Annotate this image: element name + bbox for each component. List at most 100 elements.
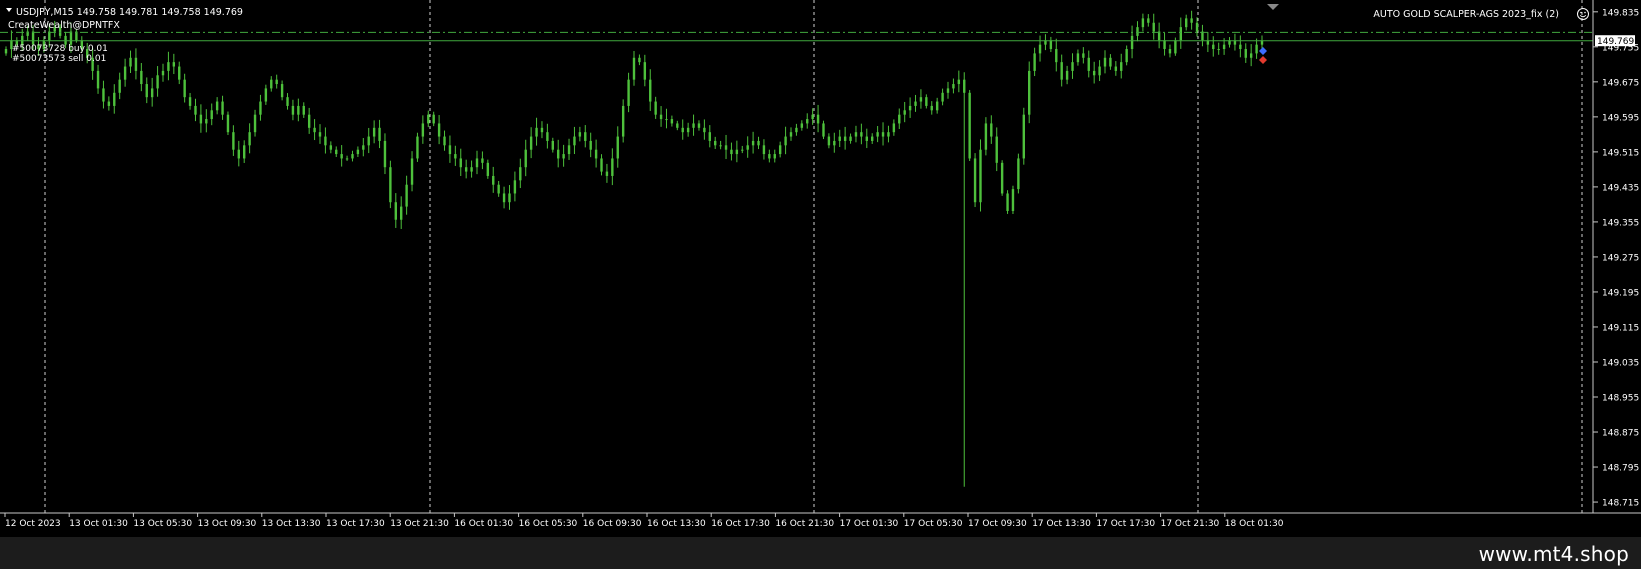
candle-body <box>605 171 609 176</box>
candle-body <box>654 101 657 115</box>
watermark-text: www.mt4.shop <box>1478 542 1629 566</box>
candle-body <box>757 140 760 146</box>
candle-body <box>324 136 327 146</box>
candle-body <box>659 114 663 120</box>
candle-body <box>1082 53 1085 58</box>
candle-body <box>421 123 425 137</box>
x-tick-label: 13 Oct 05:30 <box>133 519 192 529</box>
candle-body <box>573 136 576 146</box>
candle-body <box>1174 40 1177 54</box>
candle-body <box>502 193 506 203</box>
candle-body <box>529 136 533 150</box>
y-tick-label: 149.435 <box>1602 183 1639 193</box>
candle-body <box>427 114 430 124</box>
x-tick-label: 16 Oct 05:30 <box>519 519 578 529</box>
candle-body <box>270 79 273 89</box>
candle-body <box>383 140 387 168</box>
candle-body <box>1038 44 1042 54</box>
candle-body <box>584 132 587 141</box>
candle-body <box>871 136 874 141</box>
candle-body <box>557 149 560 159</box>
candle-body <box>963 79 966 93</box>
candle-body <box>1136 27 1139 36</box>
candle-body <box>443 136 446 146</box>
candle-body <box>925 97 928 106</box>
candle-body <box>167 62 170 71</box>
candle-body <box>118 79 121 93</box>
x-tick-label: 13 Oct 21:30 <box>390 519 449 529</box>
candle-body <box>719 145 722 147</box>
y-tick-label: 149.515 <box>1602 148 1639 158</box>
candle-body <box>1212 44 1215 50</box>
candle-body <box>134 57 138 71</box>
candle-body <box>335 149 338 155</box>
candle-body <box>735 149 739 155</box>
candle-body <box>172 62 176 67</box>
account-line: CreateWealth@DPNTFX <box>8 20 120 31</box>
candle-body <box>876 132 879 137</box>
candle-body <box>253 114 257 133</box>
candle-body <box>107 101 111 106</box>
candle-body <box>464 167 468 172</box>
candle-body <box>724 145 728 150</box>
candle-body <box>275 79 278 85</box>
candle-body <box>1065 70 1069 80</box>
y-tick-label: 149.275 <box>1602 253 1639 263</box>
candle-body <box>362 145 365 150</box>
candle-body <box>594 149 598 159</box>
candle-body <box>562 154 565 159</box>
candle-body <box>237 149 240 159</box>
candle-body <box>762 145 766 155</box>
candle-body <box>1152 22 1155 32</box>
candle-body <box>161 70 165 76</box>
candle-body <box>313 127 316 133</box>
current-price-label: 149.769 <box>1597 37 1634 47</box>
candle-body <box>1222 44 1226 50</box>
candle-body <box>205 119 208 124</box>
order-label-buy[interactable]: #50073728 buy 0.01 <box>12 44 108 54</box>
candle-body <box>259 101 262 115</box>
candle-body <box>519 167 522 181</box>
candle-body <box>908 105 912 111</box>
candle-body <box>102 88 105 102</box>
candle-body <box>535 127 538 137</box>
candle-body <box>183 79 186 98</box>
candle-body <box>297 105 300 115</box>
candle-body <box>578 132 582 137</box>
candle-body <box>1147 18 1150 23</box>
x-tick-label: 17 Oct 09:30 <box>968 519 1027 529</box>
price-chart[interactable]: 149.835149.755149.675149.595149.515149.4… <box>0 0 1641 537</box>
candle-body <box>194 105 197 115</box>
candle-body <box>318 132 322 137</box>
candle-body <box>887 132 890 137</box>
candle-body <box>865 136 868 141</box>
chart-background <box>0 0 1641 537</box>
candle-body <box>475 158 479 168</box>
y-tick-label: 149.835 <box>1602 8 1639 18</box>
candle-body <box>1190 18 1193 23</box>
chart-window[interactable]: 149.835 149.755 149.675 149.595 149.515 149.4… <box>0 0 1641 537</box>
x-tick-label: 17 Oct 05:30 <box>904 519 963 529</box>
candle-body <box>1125 49 1128 63</box>
candle-body <box>1060 62 1063 80</box>
order-label-sell[interactable]: #50073573 sell 0.01 <box>12 54 106 64</box>
candle-body <box>248 132 251 146</box>
candle-body <box>1255 44 1258 54</box>
candle-body <box>481 158 484 163</box>
candle-body <box>990 123 993 137</box>
candle-body <box>378 127 381 141</box>
candle-body <box>806 119 809 124</box>
candle-body <box>226 114 230 133</box>
candle-body <box>291 105 295 115</box>
x-tick-label: 17 Oct 13:30 <box>1032 519 1091 529</box>
candle-body <box>243 145 246 159</box>
candle-body <box>773 154 776 159</box>
candle-body <box>156 75 159 89</box>
x-tick-label: 13 Oct 01:30 <box>69 519 128 529</box>
x-tick-label: 17 Oct 21:30 <box>1161 519 1220 529</box>
y-tick-label: 148.715 <box>1602 499 1639 509</box>
candle-body <box>621 105 625 137</box>
x-tick-label: 16 Oct 09:30 <box>583 519 642 529</box>
candle-body <box>1055 49 1058 63</box>
candle-body <box>892 123 896 133</box>
